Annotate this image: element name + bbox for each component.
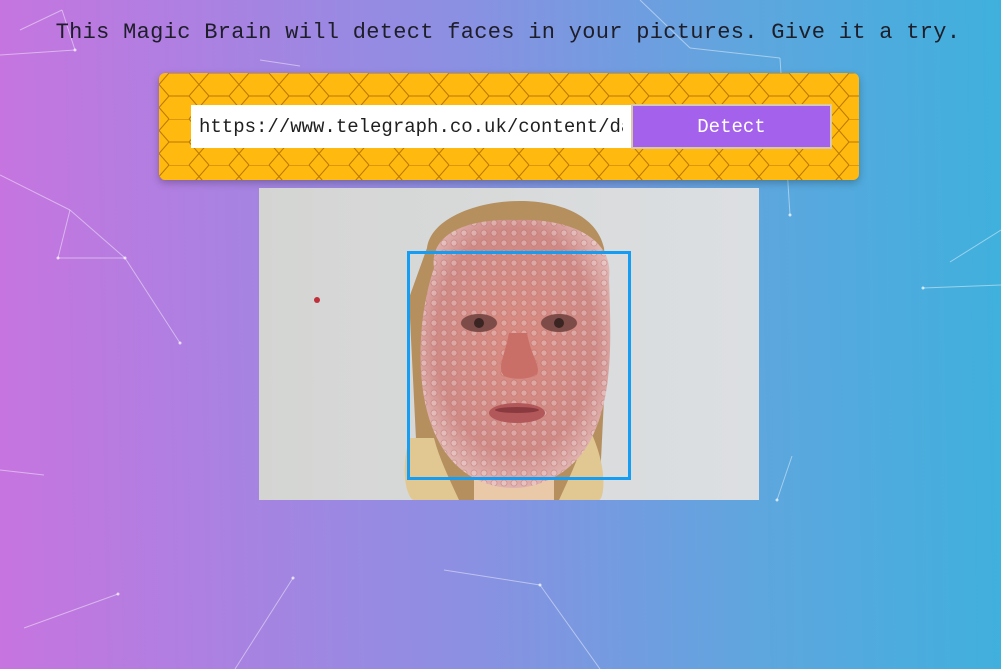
result-image-container (259, 188, 759, 500)
url-form-panel: Detect (159, 73, 859, 180)
detect-button[interactable]: Detect (631, 104, 832, 149)
face-bounding-box (407, 251, 631, 480)
tagline: This Magic Brain will detect faces in yo… (55, 20, 961, 45)
image-url-input[interactable] (191, 105, 631, 148)
